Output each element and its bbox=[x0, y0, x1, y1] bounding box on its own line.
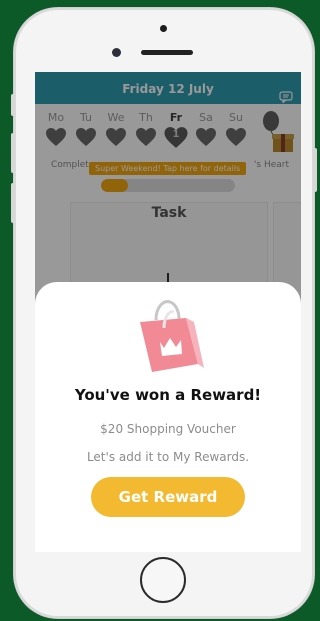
volume-up-button bbox=[11, 133, 15, 173]
earpiece-speaker bbox=[141, 50, 193, 55]
reward-popup: You've won a Reward! $20 Shopping Vouche… bbox=[35, 282, 301, 552]
app-screen: Friday 12 July Mo Tu We Th Fr 1 Sa Su Co… bbox=[35, 72, 301, 552]
front-camera bbox=[112, 48, 121, 57]
get-reward-button[interactable]: Get Reward bbox=[91, 477, 245, 517]
voucher-description: $20 Shopping Voucher bbox=[100, 422, 236, 436]
front-sensor bbox=[160, 25, 167, 32]
home-button[interactable] bbox=[140, 557, 186, 603]
reward-title: You've won a Reward! bbox=[74, 386, 262, 404]
volume-down-button bbox=[11, 183, 15, 223]
mute-switch bbox=[11, 94, 15, 116]
reward-message: Let's add it to My Rewards. bbox=[86, 450, 250, 464]
power-button bbox=[313, 148, 317, 192]
shopping-bag-icon bbox=[134, 298, 204, 382]
